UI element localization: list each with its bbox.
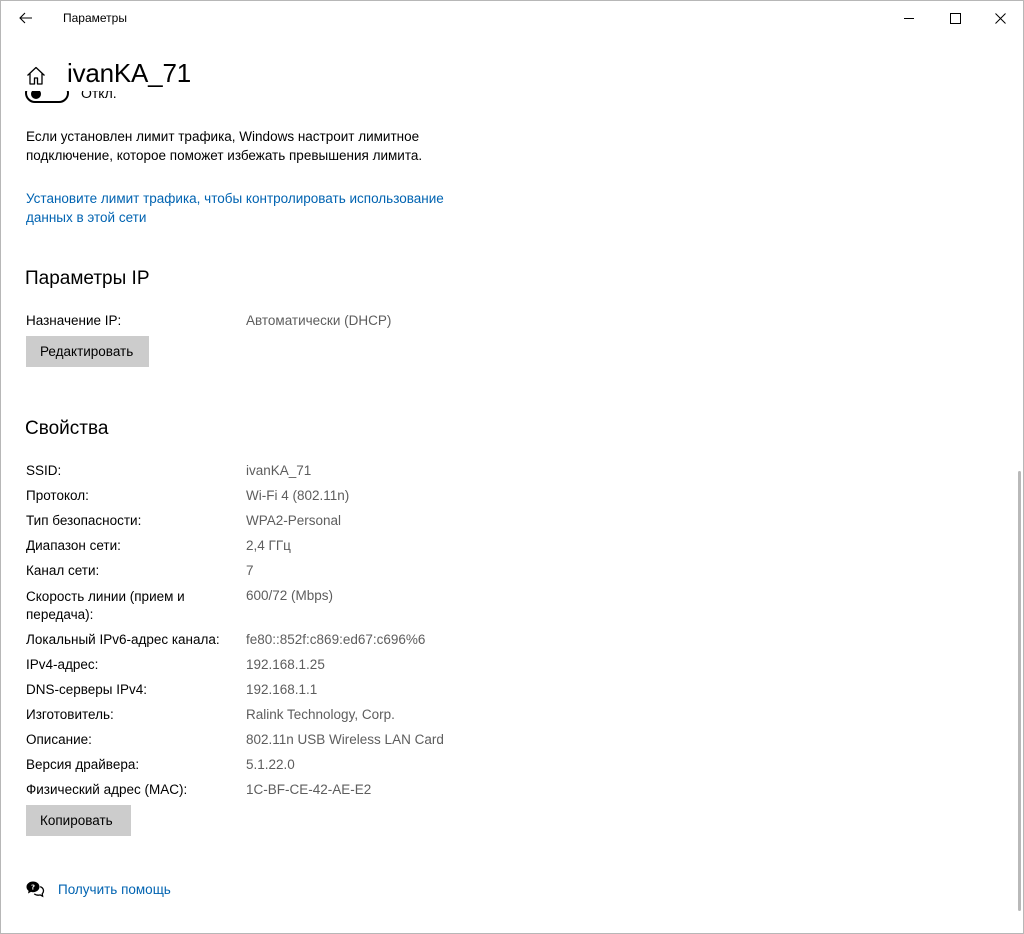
property-value: 192.168.1.25 <box>246 657 325 672</box>
property-value: WPA2-Personal <box>246 513 342 528</box>
close-icon <box>994 12 1006 24</box>
back-arrow-icon <box>19 12 32 24</box>
get-help-link[interactable]: ? Получить помощь <box>25 879 171 899</box>
property-label: IPv4-адрес: <box>26 657 99 672</box>
ip-assignment-value: Автоматически (DHCP) <box>246 313 392 328</box>
property-value: 802.11n USB Wireless LAN Card <box>246 732 444 747</box>
minimize-icon <box>903 17 914 19</box>
property-value: fe80::852f:c869:ed67:c696%6 <box>246 632 426 647</box>
property-value: Ralink Technology, Corp. <box>246 707 395 722</box>
set-data-limit-link[interactable]: Установите лимит трафика, чтобы контроли… <box>26 189 486 227</box>
property-value: 7 <box>246 563 254 578</box>
property-label: Локальный IPv6-адрес канала: <box>26 632 220 647</box>
page-title: ivanKA_71 <box>67 58 191 88</box>
ip-assignment-label: Назначение IP: <box>26 313 122 328</box>
property-value: 1C-BF-CE-42-AE-E2 <box>246 782 372 797</box>
property-value: 2,4 ГГц <box>246 538 291 553</box>
get-help-label: Получить помощь <box>58 881 171 897</box>
property-value: 192.168.1.1 <box>246 682 318 697</box>
property-label: Описание: <box>26 732 92 747</box>
copy-properties-button[interactable]: Копировать <box>26 805 131 836</box>
properties-heading: Свойства <box>25 418 109 439</box>
property-label: Диапазон сети: <box>26 538 121 553</box>
property-label: SSID: <box>26 463 62 478</box>
close-button[interactable] <box>977 1 1023 35</box>
metered-toggle-area: Откл. <box>23 91 143 107</box>
edit-ip-button[interactable]: Редактировать <box>26 336 149 367</box>
svg-text:?: ? <box>31 884 35 892</box>
metered-connection-toggle[interactable] <box>25 91 69 103</box>
property-label: Физический адрес (MAC): <box>26 782 188 797</box>
property-label: Версия драйвера: <box>26 757 140 772</box>
property-label: Скорость линии (прием и передача): <box>26 589 185 622</box>
toggle-state-label: Откл. <box>81 91 117 101</box>
property-label: Протокол: <box>26 488 89 503</box>
property-label: Канал сети: <box>26 563 100 578</box>
property-value: 5.1.22.0 <box>246 757 295 772</box>
ip-settings-heading: Параметры IP <box>25 268 150 289</box>
app-title: Параметры <box>63 11 127 25</box>
back-button[interactable] <box>9 3 43 33</box>
property-value: 600/72 (Mbps) <box>246 588 334 603</box>
vertical-scrollbar[interactable] <box>1018 471 1021 911</box>
home-button[interactable] <box>21 61 51 89</box>
property-label: DNS-серверы IPv4: <box>26 682 148 697</box>
maximize-icon <box>949 12 961 24</box>
home-icon <box>27 66 45 85</box>
toggle-knob <box>31 91 41 99</box>
property-label: Тип безопасности: <box>26 513 142 528</box>
maximize-button[interactable] <box>932 1 978 35</box>
settings-window: Параметры ivanKA_71 Откл. Если установле… <box>0 0 1024 934</box>
property-value: Wi-Fi 4 (802.11n) <box>246 488 350 503</box>
metered-description: Если установлен лимит трафика, Windows н… <box>26 129 423 163</box>
property-value: ivanKA_71 <box>246 463 312 478</box>
title-bar: Параметры <box>1 1 1023 35</box>
minimize-button[interactable] <box>886 1 932 35</box>
help-chat-icon: ? <box>26 881 45 898</box>
property-label: Изготовитель: <box>26 707 114 722</box>
